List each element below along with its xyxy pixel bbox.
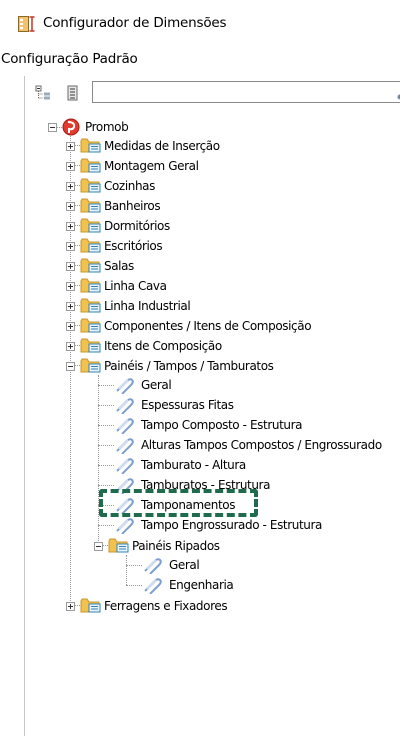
tree-item-paineis-tampos-tamburatos[interactable]: Painéis / Tampos / Tamburatos [66,357,366,375]
ruler-app-icon [18,16,35,32]
folder-open-icon [80,358,101,373]
tree-label: Ferragens e Fixadores [104,599,228,613]
folder-icon [80,318,101,333]
config-label: Configuração Padrão [1,51,138,67]
tree-item-category[interactable]: Componentes / Itens de Composição [66,317,386,335]
collapse-toggle-icon[interactable] [48,123,57,132]
tree-label: Montagem Geral [104,159,199,173]
folder-icon [80,178,101,193]
expand-toggle-icon[interactable] [66,602,75,611]
expand-toggle-icon[interactable] [66,242,75,251]
tree-item-category[interactable]: Dormitórios [66,217,366,235]
tree-leaf-item[interactable]: Tampo Engrossurado - Estrutura [114,516,394,534]
tree-label: Itens de Composição [104,339,222,353]
expand-toggle-icon[interactable] [66,222,75,231]
tree-item-category[interactable]: Salas [66,257,366,275]
tree-item-category[interactable]: Escritórios [66,237,366,255]
tree-label: Linha Cava [104,279,167,293]
tree-label: Dormitórios [104,219,170,233]
tree-item-category[interactable]: Medidas de Inserção [66,137,366,155]
window-title: Configurador de Dimensões [43,15,227,31]
clip-icon [116,398,134,414]
folder-icon [80,278,101,293]
tree-label: Painéis / Tampos / Tamburatos [104,359,274,373]
clip-icon [144,578,162,594]
tree-label: Geral [169,558,200,572]
expand-toggle-icon[interactable] [66,342,75,351]
tree-label: Medidas de Inserção [104,139,220,153]
tree-leaf-item[interactable]: Alturas Tampos Compostos / Engrossurado [114,436,400,454]
tree-item-category[interactable]: Banheiros [66,197,366,215]
search-input[interactable] [92,81,400,103]
folder-icon [80,198,101,213]
clip-icon [116,458,134,474]
expand-toggle-icon[interactable] [66,282,75,291]
tree-label: Engenharia [169,578,234,592]
folder-icon [80,298,101,313]
expand-toggle-icon[interactable] [66,202,75,211]
folder-icon [80,138,101,153]
tree-label: Tampo Composto - Estrutura [141,418,303,432]
collapse-toggle-icon[interactable] [66,362,75,371]
expand-toggle-icon[interactable] [66,182,75,191]
title-bar: Configurador de Dimensões [0,0,400,46]
tree-item-category[interactable]: Ferragens e Fixadores [66,597,366,615]
tree-label: Alturas Tampos Compostos / Engrossurado [141,438,382,452]
folder-icon [80,598,101,613]
tree-root-promob[interactable]: Promob [48,118,148,136]
tree-item-paineis-ripados[interactable]: Painéis Ripados [94,537,374,555]
tree-leaf-item[interactable]: Engenharia [142,576,342,594]
tree-label: Cozinhas [104,179,155,193]
tree-item-category[interactable]: Itens de Composição [66,337,366,355]
promob-logo-icon [62,118,80,136]
tree-leaf-item[interactable]: Tampo Composto - Estrutura [114,416,394,434]
clip-icon [144,558,162,574]
tree-toolbar [25,76,400,110]
clip-icon [116,438,134,454]
clip-icon [116,518,134,534]
tree-label: Componentes / Itens de Composição [104,319,312,333]
clip-icon [116,418,134,434]
clip-icon [116,378,134,394]
folder-icon [80,158,101,173]
tree-item-category[interactable]: Linha Industrial [66,297,366,315]
tree-leaf-item[interactable]: Espessuras Fitas [114,396,394,414]
tree-leaf-item[interactable]: Tamburato - Altura [114,456,394,474]
tree-label: Linha Industrial [104,299,191,313]
tree-item-category[interactable]: Montagem Geral [66,157,366,175]
tree-label: Painéis Ripados [132,539,220,553]
folder-icon [80,258,101,273]
tree-leaf-item[interactable]: Geral [114,376,394,394]
expand-toggle-icon[interactable] [66,302,75,311]
collapse-toggle-icon[interactable] [94,542,103,551]
folder-icon [80,238,101,253]
tree-label: Escritórios [104,239,163,253]
tree-label: Tamburato - Altura [141,458,246,472]
folder-open-icon [108,538,129,553]
tree-label: Espessuras Fitas [141,398,234,412]
highlight-annotation [99,489,258,517]
tree-item-category[interactable]: Cozinhas [66,177,366,195]
folder-icon [80,218,101,233]
expand-all-icon[interactable] [65,85,81,101]
tree-label: Geral [141,378,172,392]
folder-icon [80,338,101,353]
expand-toggle-icon[interactable] [66,262,75,271]
expand-toggle-icon[interactable] [66,162,75,171]
tree-label: Tampo Engrossurado - Estrutura [141,518,322,532]
tree-leaf-item[interactable]: Geral [142,556,342,574]
tree-item-category[interactable]: Linha Cava [66,277,366,295]
expand-toggle-icon[interactable] [66,142,75,151]
expand-toggle-icon[interactable] [66,322,75,331]
tree-label: Salas [104,259,134,273]
collapse-all-icon[interactable] [35,85,51,101]
tree-label: Promob [85,120,129,134]
tree-label: Banheiros [104,199,161,213]
